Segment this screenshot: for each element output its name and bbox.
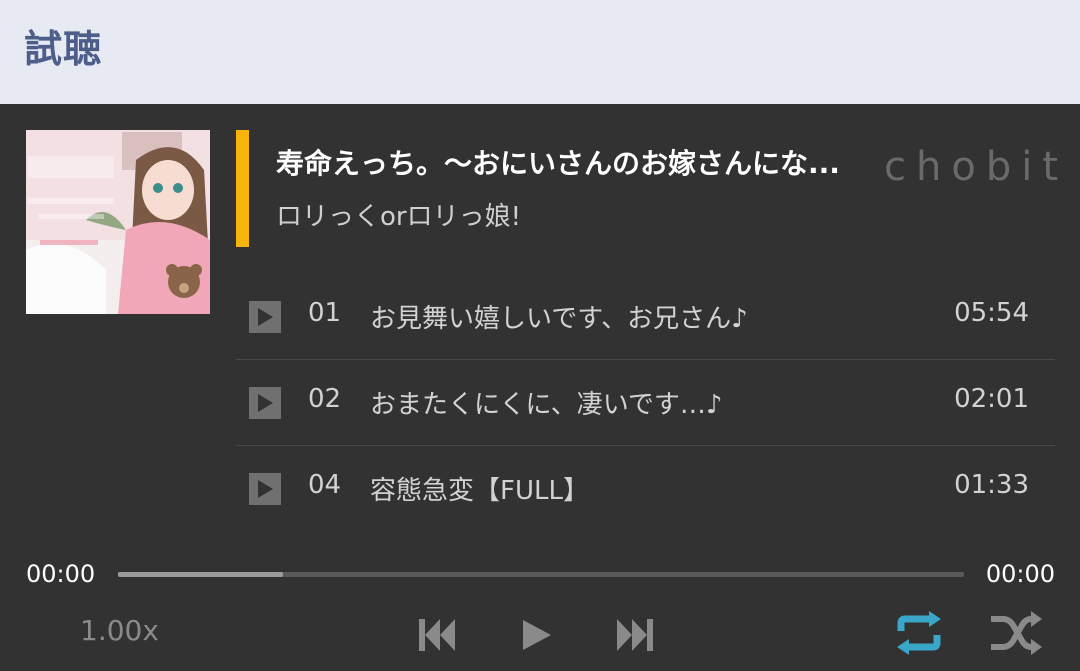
cover-art-image <box>26 130 210 314</box>
header-bar: 試聴 <box>0 0 1080 104</box>
total-time: 00:00 <box>985 560 1055 588</box>
audio-player: 寿命えっち。〜おにいさんのお嫁さんにな... ロリっくorロリっ娘! chobi… <box>0 104 1080 671</box>
track-number: 04 <box>308 470 342 500</box>
work-title: 寿命えっち。〜おにいさんのお嫁さんにな... <box>276 147 840 180</box>
track-duration: 01:33 <box>954 470 1029 500</box>
skip-next-icon[interactable] <box>614 614 656 656</box>
repeat-icon[interactable] <box>892 608 946 658</box>
track-title: お見舞い嬉しいです、お兄さん♪ <box>370 304 748 334</box>
play-icon[interactable] <box>249 301 281 333</box>
track-row[interactable]: 04 容態急変【FULL】 01:33 <box>236 446 1055 532</box>
playback-speed-button[interactable]: 1.00x <box>80 614 159 647</box>
track-duration: 05:54 <box>954 298 1029 328</box>
play-icon[interactable] <box>516 614 556 656</box>
shuffle-icon[interactable] <box>988 608 1044 658</box>
play-icon[interactable] <box>249 473 281 505</box>
track-duration: 02:01 <box>954 384 1029 414</box>
circle-name: ロリっくorロリっ娘! <box>276 202 522 232</box>
track-list: 01 お見舞い嬉しいです、お兄さん♪ 05:54 02 おまたくにくに、凄いです… <box>236 274 1055 532</box>
seek-buffer <box>118 572 283 577</box>
chobit-watermark: chobit <box>884 144 1069 190</box>
track-number: 02 <box>308 384 342 414</box>
skip-previous-icon[interactable] <box>416 614 458 656</box>
track-title: おまたくにくに、凄いです…♪ <box>370 390 723 420</box>
accent-bar <box>236 130 249 247</box>
track-title: 容態急変【FULL】 <box>370 476 589 506</box>
page-title: 試聴 <box>24 27 103 71</box>
play-icon[interactable] <box>249 387 281 419</box>
track-row[interactable]: 01 お見舞い嬉しいです、お兄さん♪ 05:54 <box>236 274 1055 360</box>
track-row[interactable]: 02 おまたくにくに、凄いです…♪ 02:01 <box>236 360 1055 446</box>
track-number: 01 <box>308 298 342 328</box>
current-time: 00:00 <box>26 560 96 588</box>
seek-bar[interactable] <box>118 572 964 577</box>
